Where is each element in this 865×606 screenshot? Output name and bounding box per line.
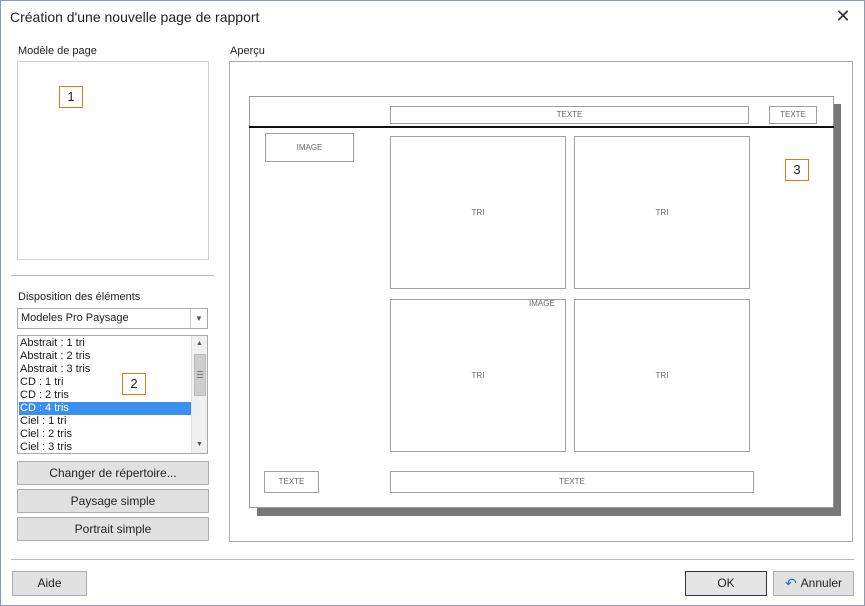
header-rule (249, 126, 834, 128)
footer-separator (11, 559, 854, 560)
tri-block-3: TRI (390, 299, 566, 452)
list-item[interactable]: Ciel : 2 tris (19, 428, 192, 441)
close-icon[interactable]: ✕ (832, 5, 854, 27)
chevron-down-icon[interactable]: ▼ (190, 309, 207, 328)
list-item[interactable]: Abstrait : 1 tri (19, 337, 192, 350)
list-item[interactable]: Ciel : 1 tri (19, 415, 192, 428)
model-preview-box[interactable] (17, 61, 209, 260)
layout-listbox[interactable]: Abstrait : 1 tri Abstrait : 2 tris Abstr… (17, 335, 208, 454)
header-text-right: TEXTE (769, 106, 817, 124)
list-item[interactable]: Abstrait : 2 tris (19, 350, 192, 363)
marker-2: 2 (122, 373, 146, 395)
layout-label: Disposition des éléments (18, 291, 141, 303)
list-item[interactable]: CD : 2 tris (19, 389, 192, 402)
portrait-simple-button[interactable]: Portrait simple (17, 517, 209, 541)
list-item-selected[interactable]: CD : 4 tris (19, 402, 192, 415)
image-label-inner: IMAGE (529, 299, 555, 308)
preview-label: Aperçu (230, 45, 265, 57)
scroll-thumb[interactable] (194, 354, 206, 396)
list-item[interactable]: Ciel : 3 tris (19, 441, 192, 453)
layout-select[interactable]: Modeles Pro Paysage ▼ (17, 308, 208, 329)
cancel-label: Annuler (800, 576, 843, 590)
marker-1: 1 (59, 86, 83, 108)
ok-button[interactable]: OK (685, 571, 767, 596)
marker-3: 3 (785, 159, 809, 181)
dialog-window: Création d'une nouvelle page de rapport … (0, 0, 865, 606)
tri-block-4: TRI (574, 299, 750, 452)
tri-block-1: TRI (390, 136, 566, 289)
dialog-title: Création d'une nouvelle page de rapport (10, 9, 260, 25)
layout-select-value: Modeles Pro Paysage (21, 312, 129, 324)
landscape-simple-button[interactable]: Paysage simple (17, 489, 209, 513)
help-button[interactable]: Aide (12, 571, 87, 596)
model-label: Modèle de page (18, 45, 97, 57)
footer-text-center: TEXTE (390, 471, 754, 493)
separator (11, 275, 214, 276)
cancel-button[interactable]: ↶ Annuler (773, 571, 854, 596)
scroll-down-icon[interactable]: ▼ (192, 437, 207, 453)
undo-icon: ↶ (784, 575, 797, 591)
list-scrollbar[interactable]: ▲ ▼ (191, 336, 207, 453)
header-text-center: TEXTE (390, 106, 749, 124)
list-item[interactable]: Abstrait : 3 tris (19, 363, 192, 376)
change-directory-button[interactable]: Changer de répertoire... (17, 461, 209, 485)
scroll-up-icon[interactable]: ▲ (192, 336, 207, 352)
tri-block-2: TRI (574, 136, 750, 289)
list-item[interactable]: CD : 1 tri (19, 376, 192, 389)
image-placeholder-top: IMAGE (265, 133, 354, 162)
footer-text-left: TEXTE (264, 471, 319, 493)
